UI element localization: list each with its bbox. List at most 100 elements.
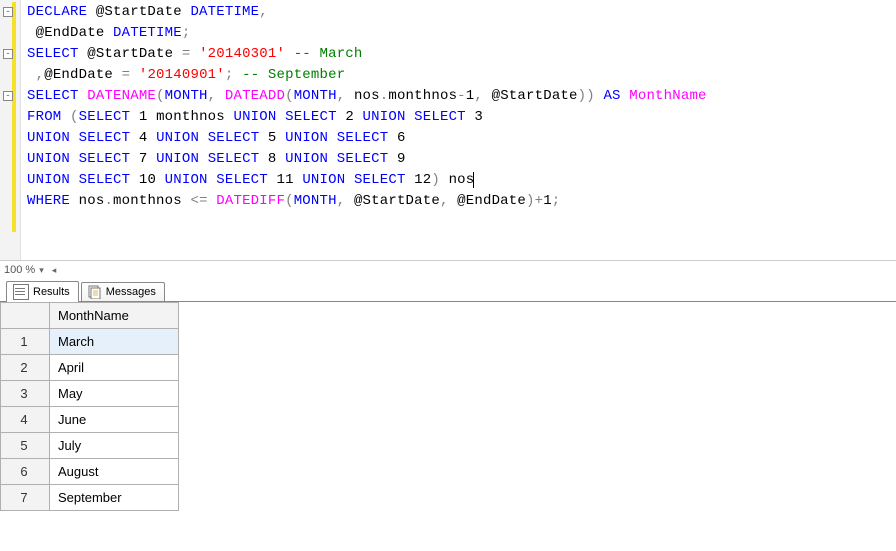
zoom-dropdown-icon[interactable]: ▾ (39, 265, 44, 276)
code-token: nos (449, 172, 475, 188)
scroll-left-icon[interactable]: ◂ (52, 265, 57, 276)
code-token (268, 172, 277, 188)
code-token (277, 151, 286, 167)
code-token (406, 109, 415, 125)
code-token (173, 46, 182, 62)
table-row[interactable]: 4June (1, 407, 179, 433)
sql-editor-pane[interactable]: - - - DECLARE @StartDate DATETIME, @EndDat… (0, 0, 896, 261)
code-token (388, 151, 397, 167)
row-number-cell[interactable]: 6 (1, 459, 50, 485)
row-number-cell[interactable]: 1 (1, 329, 50, 355)
code-token: 3 (474, 109, 483, 125)
code-line[interactable]: UNION SELECT 7 UNION SELECT 8 UNION SELE… (27, 149, 707, 170)
code-token: MonthName (629, 88, 706, 104)
code-token: 2 (345, 109, 354, 125)
code-line[interactable]: UNION SELECT 10 UNION SELECT 11 UNION SE… (27, 170, 707, 191)
monthname-cell[interactable]: September (50, 485, 179, 511)
table-row[interactable]: 1March (1, 329, 179, 355)
row-number-cell[interactable]: 4 (1, 407, 50, 433)
code-token: 5 (268, 130, 277, 146)
code-token (449, 193, 458, 209)
code-token: , (440, 193, 449, 209)
code-token (216, 88, 225, 104)
code-token: UNION (363, 109, 406, 125)
code-token (328, 151, 337, 167)
code-token: @StartDate (354, 193, 440, 209)
code-token: ( (70, 109, 79, 125)
code-token: ( (285, 193, 294, 209)
code-token (345, 193, 354, 209)
monthname-cell[interactable]: May (50, 381, 179, 407)
monthname-cell[interactable]: April (50, 355, 179, 381)
code-token (113, 67, 122, 83)
table-row[interactable]: 5July (1, 433, 179, 459)
code-line[interactable]: SELECT DATENAME(MONTH, DATEADD(MONTH, no… (27, 86, 707, 107)
fold-toggle-icon[interactable]: - (3, 91, 13, 101)
code-token: ( (285, 88, 294, 104)
code-token: SELECT (354, 172, 406, 188)
code-token: monthnos (156, 109, 225, 125)
code-line[interactable]: @EndDate DATETIME; (27, 23, 707, 44)
tab-messages[interactable]: Messages (81, 282, 165, 301)
code-line[interactable]: DECLARE @StartDate DATETIME, (27, 2, 707, 23)
code-line[interactable]: UNION SELECT 4 UNION SELECT 5 UNION SELE… (27, 128, 707, 149)
code-token: '20140901' (139, 67, 225, 83)
code-token (147, 109, 156, 125)
code-token: 11 (277, 172, 294, 188)
code-token (130, 130, 139, 146)
column-header-monthname[interactable]: MonthName (50, 303, 179, 329)
row-number-cell[interactable]: 7 (1, 485, 50, 511)
table-row[interactable]: 2April (1, 355, 179, 381)
monthname-cell[interactable]: August (50, 459, 179, 485)
sql-code-area[interactable]: DECLARE @StartDate DATETIME, @EndDate DA… (21, 0, 715, 260)
row-number-cell[interactable]: 5 (1, 433, 50, 459)
code-token: @EndDate (36, 25, 105, 41)
code-token: @StartDate (96, 4, 182, 20)
code-token: MONTH (294, 88, 337, 104)
code-token: SELECT (337, 151, 389, 167)
code-token: DATETIME (113, 25, 182, 41)
code-token (483, 88, 492, 104)
code-token: ; (552, 193, 561, 209)
code-token: ) (431, 172, 440, 188)
table-row[interactable]: 3May (1, 381, 179, 407)
code-token (61, 109, 70, 125)
table-row[interactable]: 6August (1, 459, 179, 485)
code-token: UNION (302, 172, 345, 188)
code-line[interactable]: FROM (SELECT 1 monthnos UNION SELECT 2 U… (27, 107, 707, 128)
fold-toggle-icon[interactable]: - (3, 7, 13, 17)
text-cursor (473, 172, 474, 188)
code-token (190, 46, 199, 62)
monthname-cell[interactable]: March (50, 329, 179, 355)
code-token: , (208, 88, 217, 104)
code-token: SELECT (27, 46, 79, 62)
results-corner-cell[interactable] (1, 303, 50, 329)
code-token: SELECT (79, 172, 131, 188)
row-number-cell[interactable]: 2 (1, 355, 50, 381)
fold-toggle-icon[interactable]: - (3, 49, 13, 59)
code-line[interactable]: WHERE nos.monthnos <= DATEDIFF(MONTH, @S… (27, 191, 707, 212)
tab-messages-label: Messages (106, 286, 156, 298)
code-token: monthnos (113, 193, 182, 209)
row-number-cell[interactable]: 3 (1, 381, 50, 407)
code-token (345, 172, 354, 188)
code-token: 8 (268, 151, 277, 167)
zoom-level[interactable]: 100 % (4, 264, 35, 276)
code-token: UNION (233, 109, 276, 125)
monthname-cell[interactable]: July (50, 433, 179, 459)
code-token: 1 (543, 193, 552, 209)
table-row[interactable]: 7September (1, 485, 179, 511)
code-token: MONTH (294, 193, 337, 209)
code-token: ( (156, 88, 165, 104)
monthname-cell[interactable]: June (50, 407, 179, 433)
code-token (147, 130, 156, 146)
code-token (277, 130, 286, 146)
code-token (70, 130, 79, 146)
code-line[interactable]: SELECT @StartDate = '20140301' -- March (27, 44, 707, 65)
code-token (621, 88, 630, 104)
code-token: nos (354, 88, 380, 104)
tab-results[interactable]: Results (6, 281, 79, 302)
code-line[interactable]: ,@EndDate = '20140901'; -- September (27, 65, 707, 86)
results-table[interactable]: MonthName 1March2April3May4June5July6Aug… (0, 302, 179, 511)
code-token (130, 109, 139, 125)
